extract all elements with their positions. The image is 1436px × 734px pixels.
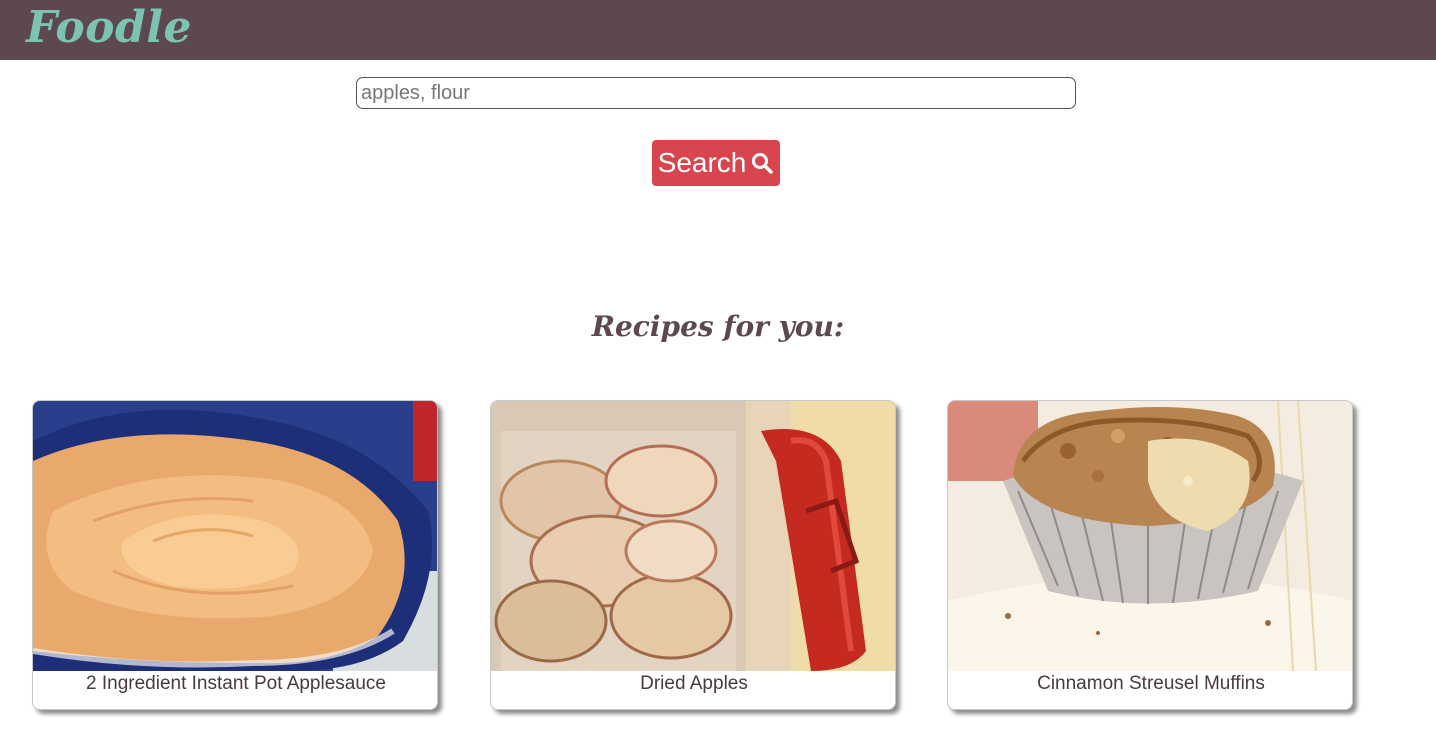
app-logo[interactable]: Foodle (26, 2, 192, 54)
search-input[interactable] (356, 77, 1076, 109)
recipe-card[interactable]: Cinnamon Streusel Muffins (947, 400, 1353, 710)
recipe-title: Dried Apples (640, 673, 748, 694)
search-button[interactable]: Search (652, 140, 780, 186)
recipe-title: 2 Ingredient Instant Pot Applesauce (86, 673, 386, 694)
dried-apples-photo (491, 401, 895, 671)
muffin-photo (948, 401, 1352, 671)
recipe-card[interactable]: 2 Ingredient Instant Pot Applesauce (32, 400, 438, 710)
recipes-heading: Recipes for you: (591, 310, 845, 343)
top-bar: Foodle (0, 0, 1436, 60)
recipe-card[interactable]: Dried Apples (490, 400, 896, 710)
recipe-title: Cinnamon Streusel Muffins (1037, 673, 1265, 694)
search-icon (750, 151, 774, 175)
search-button-label: Search (657, 147, 747, 178)
applesauce-photo (33, 401, 437, 671)
